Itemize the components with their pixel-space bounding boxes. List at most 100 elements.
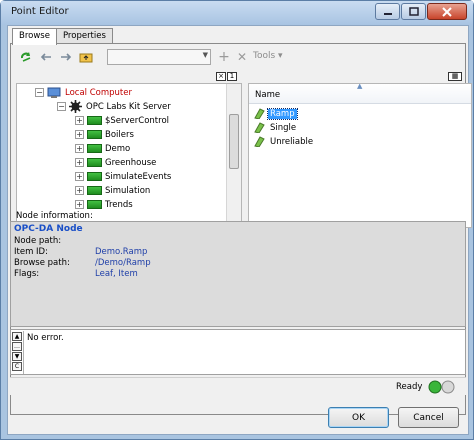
tab-strip: Browse Properties: [12, 28, 113, 45]
list-header[interactable]: ▲ Name: [249, 84, 471, 104]
expand-icon[interactable]: +: [75, 172, 84, 181]
folder-icon: [87, 130, 102, 139]
maximize-button[interactable]: [401, 3, 426, 20]
folder-icon: [87, 158, 102, 167]
tree-item-label: Simulation: [105, 185, 151, 196]
item-list[interactable]: ▲ Name Ramp Single Unreliable: [248, 83, 472, 228]
tab-browse[interactable]: Browse: [12, 28, 57, 45]
tools-dropdown-icon: ▾: [278, 51, 283, 61]
folder-icon: [87, 186, 102, 195]
forward-icon[interactable]: [59, 50, 73, 64]
collapse-icon[interactable]: −: [35, 88, 44, 97]
item-id-label: Item ID:: [14, 247, 48, 257]
add-icon[interactable]: +: [217, 49, 231, 65]
expand-icon[interactable]: +: [75, 116, 84, 125]
list-item-label: Unreliable: [270, 136, 314, 147]
flags-label: Flags:: [14, 269, 40, 279]
tab-properties[interactable]: Properties: [55, 28, 113, 44]
dialog-client-area: Browse Properties ▼ + ✕ Tools ▾ × 1 ▦ − …: [7, 25, 472, 435]
path-combo[interactable]: ▼: [107, 49, 211, 65]
back-icon[interactable]: [39, 50, 53, 64]
sort-arrow-icon: ▲: [357, 83, 363, 90]
ok-button[interactable]: OK: [328, 407, 389, 428]
tree-close-pane-button[interactable]: ×: [216, 72, 226, 81]
folder-icon: [87, 200, 102, 209]
window-title: Point Editor: [11, 6, 69, 17]
tree-item-label: Boilers: [105, 129, 134, 140]
list-item[interactable]: Unreliable: [254, 135, 315, 148]
collapse-icon[interactable]: −: [57, 102, 66, 111]
tools-menu[interactable]: Tools ▾: [253, 51, 283, 61]
message-text: No error.: [27, 333, 64, 343]
delete-icon[interactable]: ✕: [235, 50, 249, 64]
browse-path-value: /Demo/Ramp: [95, 258, 151, 268]
tools-label: Tools: [253, 51, 276, 61]
node-path-label: Node path:: [14, 236, 62, 246]
expand-icon[interactable]: +: [75, 130, 84, 139]
tag-icon: [254, 122, 265, 133]
tree-scrollbar[interactable]: [226, 84, 241, 227]
tree-item-label: Demo: [105, 143, 131, 154]
up-folder-icon[interactable]: [79, 50, 93, 64]
tree-item-serverctrl[interactable]: + $ServerControl: [75, 114, 169, 127]
node-info-label: Node information:: [16, 211, 93, 221]
tree-pane-number-button[interactable]: 1: [227, 72, 237, 81]
cancel-button[interactable]: Cancel: [398, 407, 459, 428]
tree-root-label: Local Computer: [65, 87, 132, 98]
more-icon[interactable]: …: [12, 342, 22, 351]
expand-icon[interactable]: +: [75, 158, 84, 167]
title-bar[interactable]: Point Editor: [1, 1, 473, 25]
toolbar: ▼ + ✕ Tools ▾: [15, 47, 463, 67]
status-bar: Ready: [10, 377, 466, 395]
tree-item-simulateevents[interactable]: + SimulateEvents: [75, 170, 171, 183]
chevron-down-icon: ▼: [202, 51, 208, 59]
node-info-heading: OPC-DA Node: [14, 224, 83, 234]
message-buttons: ▲ … ▼ C: [12, 331, 24, 374]
list-view-mode-button[interactable]: ▦: [448, 72, 462, 81]
tag-icon: [254, 108, 265, 119]
expand-icon[interactable]: +: [75, 200, 84, 209]
close-button[interactable]: [427, 3, 467, 20]
list-item-label: Single: [270, 122, 297, 133]
status-light-green-icon: [428, 380, 442, 394]
tree-item-greenhouse[interactable]: + Greenhouse: [75, 156, 156, 169]
tag-icon: [254, 136, 265, 147]
tree-scrollbar-thumb[interactable]: [229, 114, 239, 169]
tree-root-row[interactable]: − Local Computer: [35, 86, 132, 99]
list-item[interactable]: Ramp: [254, 107, 298, 120]
browse-path-label: Browse path:: [14, 258, 70, 268]
expand-icon[interactable]: +: [75, 186, 84, 195]
node-info-panel: OPC-DA Node Node path: Item ID: Demo.Ram…: [10, 221, 466, 327]
tree-item-simulation[interactable]: + Simulation: [75, 184, 150, 197]
folder-icon: [87, 172, 102, 181]
folder-icon: [87, 116, 102, 125]
tree-item-label: Trends: [105, 199, 133, 210]
tree-item-trends[interactable]: + Trends: [75, 198, 133, 211]
tree-server-row[interactable]: − OPC Labs Kit Server: [57, 100, 171, 113]
tree-item-label: $ServerControl: [105, 115, 170, 126]
flags-value: Leaf, Item: [95, 269, 138, 279]
scroll-down-icon[interactable]: ▼: [12, 352, 22, 361]
point-editor-window: Point Editor Browse Properties ▼ + ✕ Too…: [0, 0, 474, 440]
tree-item-demo[interactable]: + Demo: [75, 142, 130, 155]
close-icon: [442, 6, 452, 17]
tree-item-label: SimulateEvents: [105, 171, 172, 182]
item-id-value: Demo.Ramp: [95, 247, 148, 257]
expand-icon[interactable]: +: [75, 144, 84, 153]
clear-icon[interactable]: C: [12, 362, 22, 371]
scroll-up-icon[interactable]: ▲: [12, 332, 22, 341]
status-light-gray-icon: [441, 380, 455, 394]
tree-item-boilers[interactable]: + Boilers: [75, 128, 134, 141]
node-tree[interactable]: − Local Computer − OPC Labs Kit Server +…: [16, 83, 242, 228]
gear-icon: [69, 100, 82, 113]
minimize-icon: [383, 12, 392, 15]
list-item[interactable]: Single: [254, 121, 298, 134]
computer-icon: [47, 87, 61, 98]
list-item-label: Ramp: [267, 107, 298, 120]
window-controls: [374, 3, 467, 20]
message-panel: ▲ … ▼ C No error.: [10, 329, 466, 375]
refresh-icon[interactable]: [19, 50, 33, 64]
tree-server-label: OPC Labs Kit Server: [86, 101, 171, 112]
column-header-name[interactable]: Name: [255, 90, 280, 100]
minimize-button[interactable]: [375, 3, 400, 20]
